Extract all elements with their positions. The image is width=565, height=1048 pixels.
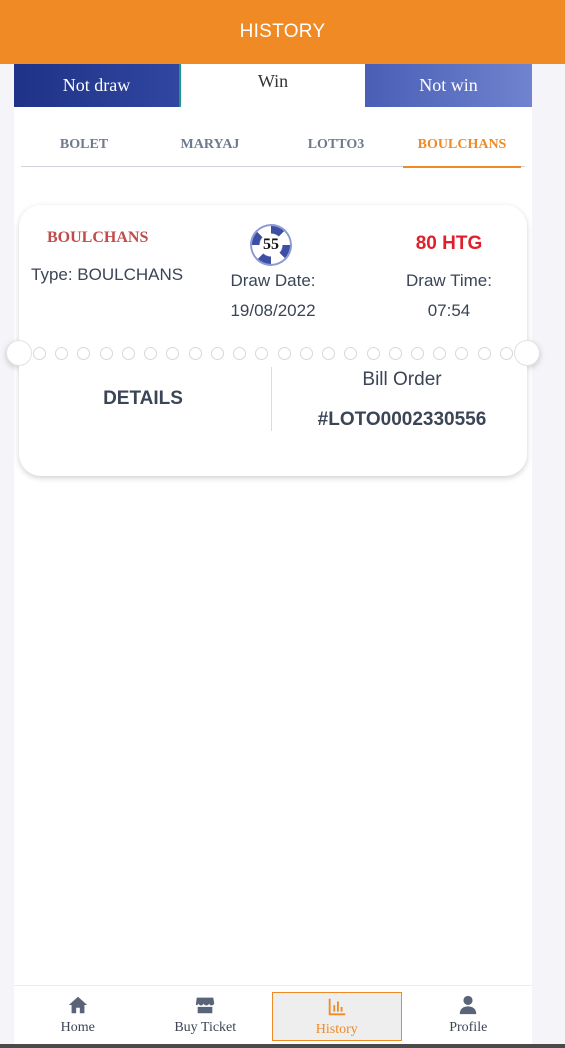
tab-not-win[interactable]: Not win	[365, 64, 532, 107]
ticket-bottom: DETAILS Bill Order #LOTO0002330556	[19, 353, 527, 476]
tab-boulchans[interactable]: BOULCHANS	[399, 124, 525, 168]
nav-buy-ticket[interactable]: Buy Ticket	[142, 986, 270, 1044]
status-tabs: Not draw Win Not win	[14, 64, 532, 107]
bill-order-number: #LOTO0002330556	[317, 409, 487, 430]
draw-time-value: 07:54	[427, 301, 471, 320]
store-icon	[196, 997, 215, 1014]
tab-not-draw[interactable]: Not draw	[14, 64, 179, 107]
game-tabs: BOLET MARYAJ LOTTO3 BOULCHANS	[21, 124, 525, 168]
lottery-ball: 55	[250, 224, 292, 266]
ticket-card: BOULCHANS Type: BOULCHANS 55 Draw Date: …	[6, 205, 540, 476]
ticket-game-name: BOULCHANS	[47, 229, 149, 246]
ticket-top: BOULCHANS Type: BOULCHANS 55 Draw Date: …	[19, 205, 527, 353]
draw-time-label: Draw Time:	[406, 271, 492, 290]
vertical-divider	[271, 367, 272, 431]
ticket-notch-right	[514, 340, 540, 366]
nav-home-label: Home	[60, 1020, 95, 1035]
tab-win[interactable]: Win	[179, 64, 365, 107]
nav-buy-ticket-label: Buy Ticket	[174, 1020, 237, 1035]
nav-profile-label: Profile	[449, 1020, 488, 1035]
tab-bolet[interactable]: BOLET	[21, 124, 147, 166]
bill-order-label: Bill Order	[362, 369, 442, 390]
bottom-edge	[0, 1044, 565, 1048]
user-icon	[460, 995, 477, 1015]
page-title: HISTORY	[239, 21, 326, 42]
nav-history[interactable]: History	[272, 992, 402, 1041]
nav-home[interactable]: Home	[14, 986, 142, 1044]
ticket-amount: 80 HTG	[415, 233, 483, 254]
nav-profile[interactable]: Profile	[405, 986, 533, 1044]
bottom-nav: Home Buy Ticket History Profile	[14, 985, 532, 1044]
tab-maryaj[interactable]: MARYAJ	[147, 124, 273, 166]
ticket-notch-left	[6, 340, 32, 366]
draw-date-value: 19/08/2022	[230, 301, 316, 320]
main-content: Not draw Win Not win BOLET MARYAJ LOTTO3…	[6, 64, 540, 1048]
app-header: HISTORY	[0, 0, 565, 64]
draw-date-label: Draw Date:	[230, 271, 316, 290]
ticket-type: Type: BOULCHANS	[31, 265, 184, 284]
ticket-perforation	[33, 346, 513, 360]
nav-history-label: History	[315, 1021, 358, 1037]
details-button[interactable]: DETAILS	[59, 381, 227, 417]
ball-number: 55	[263, 236, 279, 253]
chart-icon	[328, 998, 345, 1015]
home-icon	[68, 996, 87, 1014]
tab-lotto3[interactable]: LOTTO3	[273, 124, 399, 166]
